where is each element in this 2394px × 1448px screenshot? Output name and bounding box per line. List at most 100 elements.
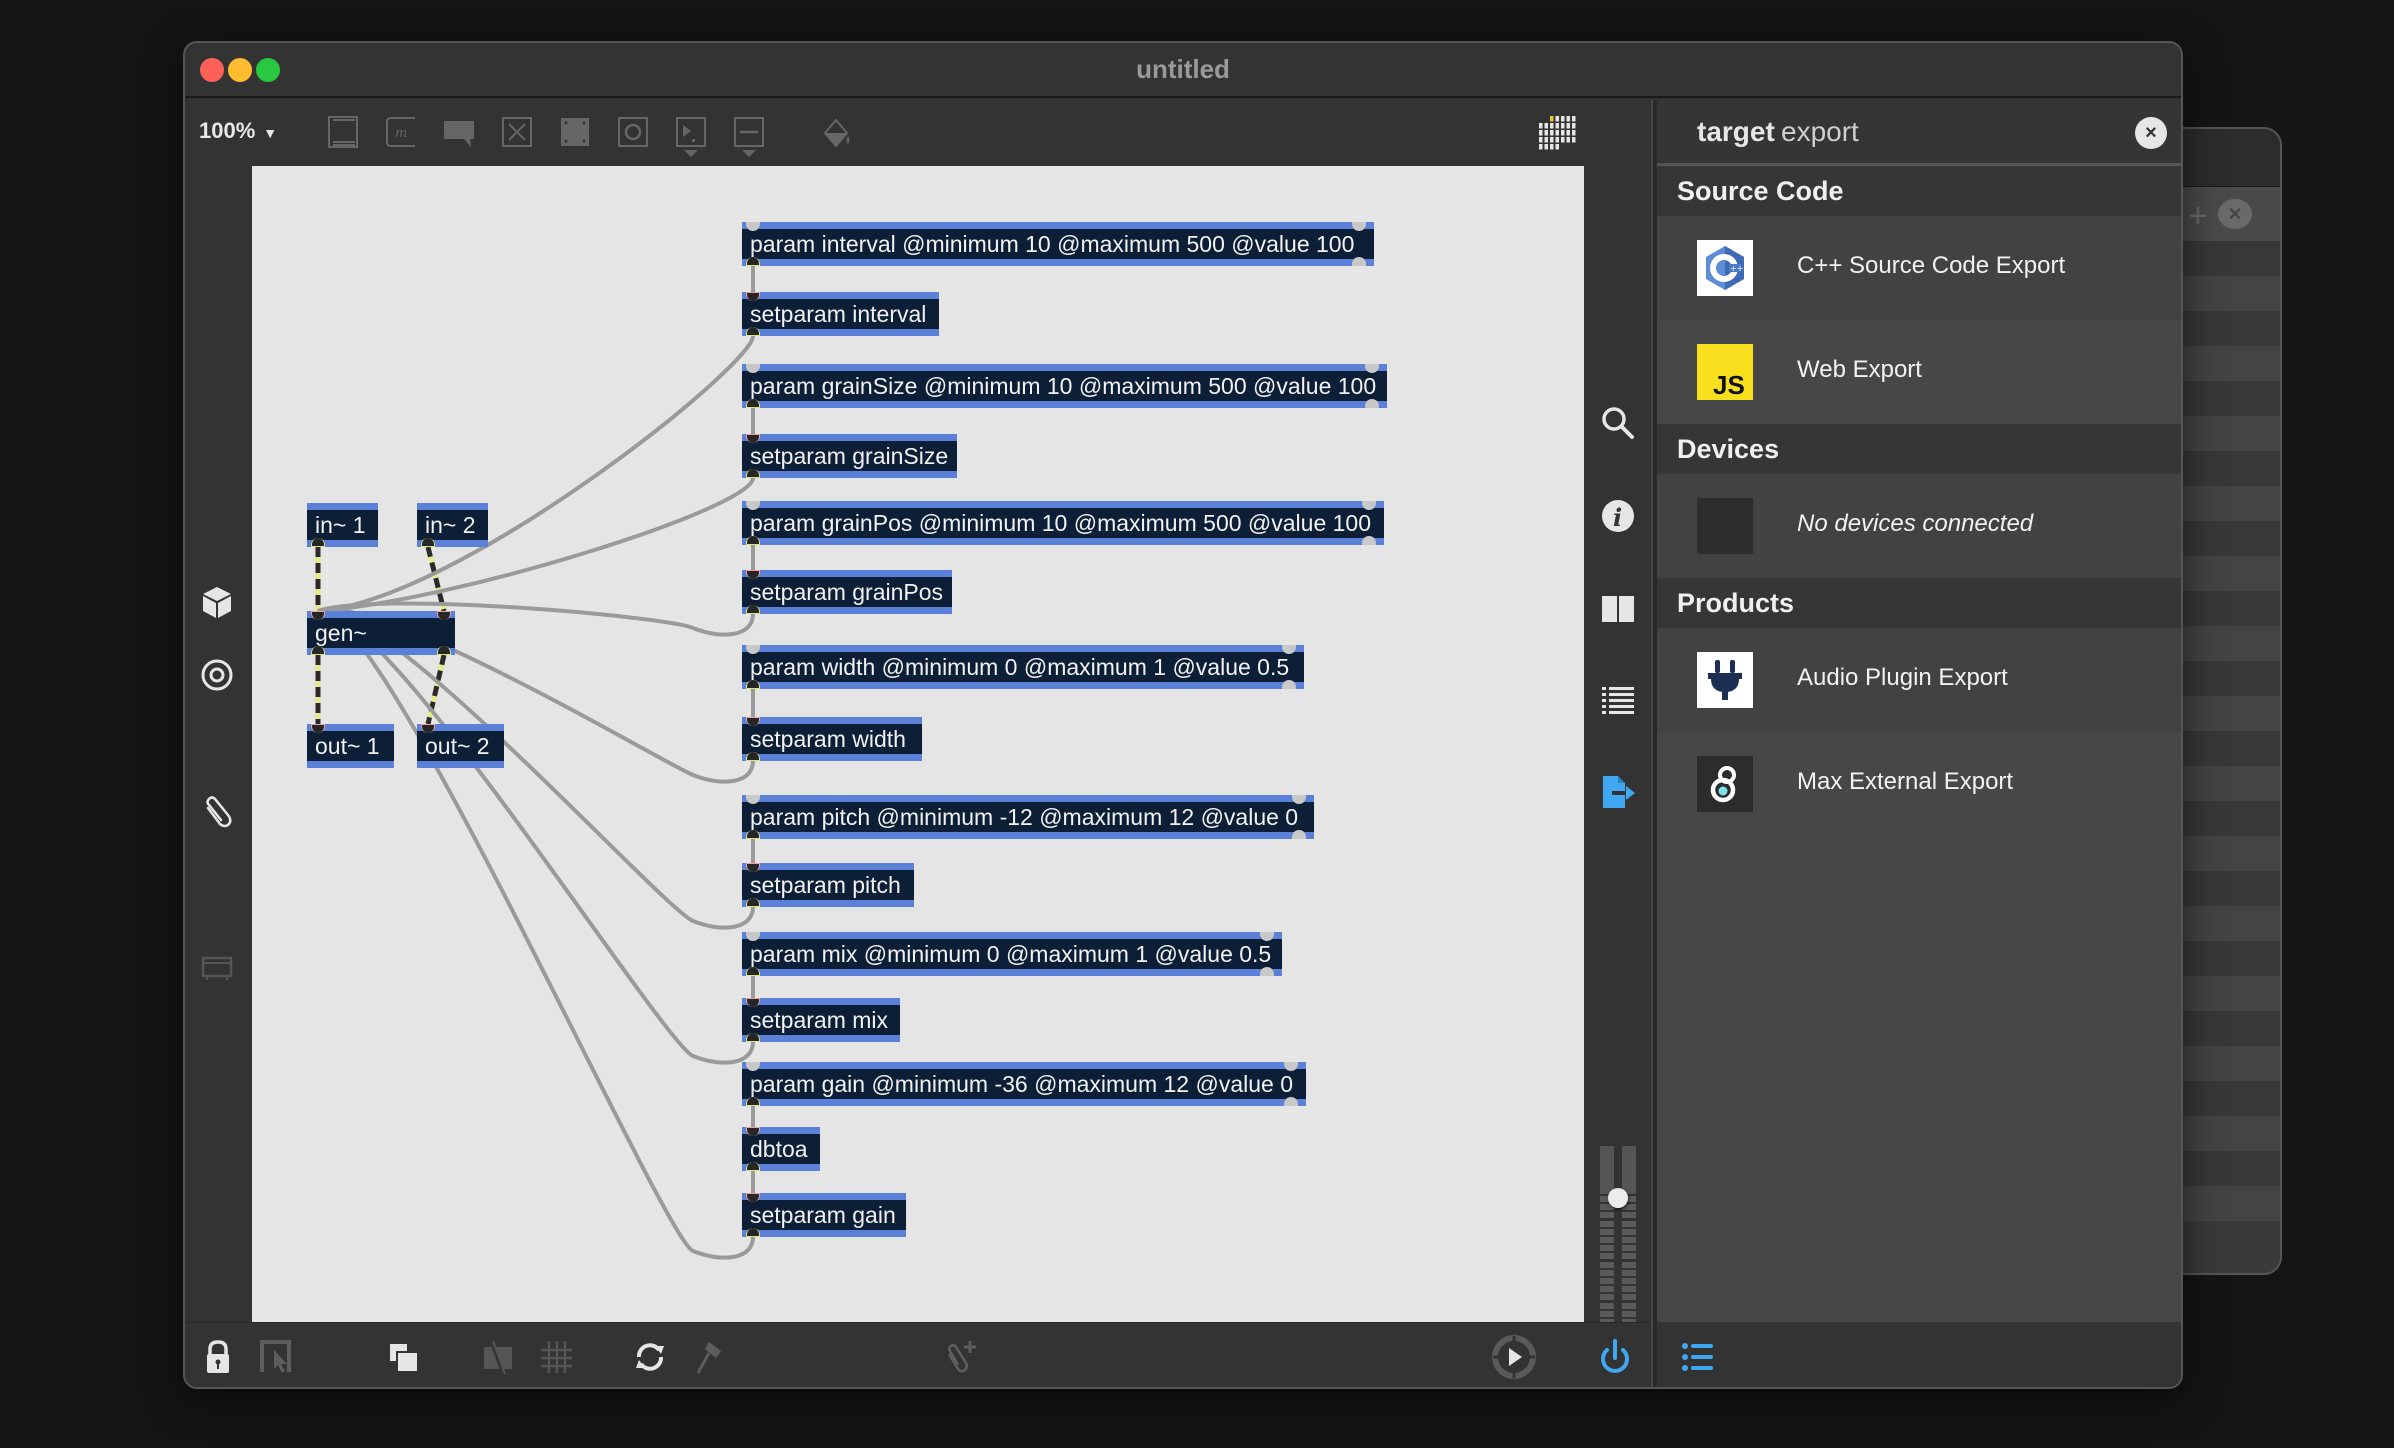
inlet-port[interactable] <box>1282 645 1296 654</box>
outlet-port[interactable] <box>746 1033 760 1042</box>
export-icon[interactable] <box>1598 772 1638 812</box>
outlet-port[interactable] <box>311 646 325 655</box>
patch-object-p-grainpos[interactable]: param grainPos @minimum 10 @maximum 500 … <box>742 501 1384 545</box>
inlet-port[interactable] <box>1362 501 1376 510</box>
outlet-port[interactable] <box>1292 830 1306 839</box>
inlet-port[interactable] <box>746 1062 760 1071</box>
inlet-port[interactable] <box>746 364 760 373</box>
number-box-menu-caret[interactable] <box>684 150 698 157</box>
outlet-port[interactable] <box>746 1097 760 1106</box>
mixer-grid-icon[interactable] <box>1535 114 1579 150</box>
outlet-port[interactable] <box>1260 967 1274 976</box>
sidebar-list-icon[interactable] <box>1679 1338 1717 1376</box>
outlet-port[interactable] <box>1365 399 1379 408</box>
button-icon[interactable] <box>615 114 651 150</box>
package-cube-icon[interactable] <box>199 584 235 620</box>
inlet-port[interactable] <box>746 222 760 231</box>
inlet-port[interactable] <box>746 932 760 941</box>
panel-icon[interactable] <box>557 114 593 150</box>
zoom-level-dropdown[interactable]: 100% ▼ <box>199 118 277 144</box>
patch-object-s-width[interactable]: setparam width <box>742 717 922 761</box>
patch-object-in2[interactable]: in~ 2 <box>417 503 488 547</box>
web-export-item[interactable]: JS Web Export <box>1657 320 2181 424</box>
patch-object-p-mix[interactable]: param mix @minimum 0 @maximum 1 @value 0… <box>742 932 1282 976</box>
outlet-port[interactable] <box>1362 536 1376 545</box>
object-box-icon[interactable] <box>325 114 361 150</box>
dsp-power-icon[interactable] <box>1596 1338 1634 1376</box>
patch-object-dbtoa[interactable]: dbtoa <box>742 1127 820 1171</box>
search-icon[interactable] <box>1598 403 1638 443</box>
plus-icon[interactable]: + <box>2188 197 2208 236</box>
paint-bucket-icon[interactable] <box>819 114 855 150</box>
target-icon[interactable] <box>199 657 235 693</box>
outlet-port[interactable] <box>746 327 760 336</box>
play-icon[interactable] <box>1491 1334 1537 1380</box>
message-cord[interactable] <box>317 335 755 613</box>
outlet-port[interactable] <box>1284 1097 1298 1106</box>
slider-icon[interactable] <box>731 114 767 150</box>
patch-object-out2[interactable]: out~ 2 <box>417 724 504 768</box>
hide-cords-icon[interactable] <box>479 1338 517 1376</box>
message-box-icon[interactable]: m <box>383 114 419 150</box>
inlet-port[interactable] <box>746 863 760 872</box>
inlet-port[interactable] <box>746 998 760 1007</box>
patch-object-s-grainsize[interactable]: setparam grainSize <box>742 434 957 478</box>
outlet-port[interactable] <box>746 830 760 839</box>
toggle-icon[interactable] <box>499 114 535 150</box>
outlet-port[interactable] <box>746 752 760 761</box>
patch-object-in1[interactable]: in~ 1 <box>307 503 378 547</box>
inlet-port[interactable] <box>1365 364 1379 373</box>
new-view-icon[interactable] <box>385 1338 423 1376</box>
outlet-port[interactable] <box>311 538 325 547</box>
outlet-port[interactable] <box>746 1228 760 1237</box>
refresh-icon[interactable] <box>631 1338 669 1376</box>
inlet-port[interactable] <box>746 434 760 443</box>
inlet-port[interactable] <box>311 724 325 733</box>
outlet-port[interactable] <box>746 967 760 976</box>
outlet-port[interactable] <box>746 257 760 266</box>
comment-icon[interactable] <box>441 114 477 150</box>
inlet-port[interactable] <box>1352 222 1366 231</box>
message-cord[interactable] <box>317 608 755 930</box>
inlet-port[interactable] <box>1284 1062 1298 1071</box>
outlet-port[interactable] <box>746 1162 760 1171</box>
outlet-port[interactable] <box>421 538 435 547</box>
inlet-port[interactable] <box>746 1193 760 1202</box>
message-cord[interactable] <box>317 477 755 613</box>
lock-icon[interactable] <box>199 1338 237 1376</box>
patch-object-s-grainpos[interactable]: setparam grainPos <box>742 570 952 614</box>
info-icon[interactable]: i <box>1598 496 1638 536</box>
inlet-port[interactable] <box>1260 932 1274 941</box>
patch-object-p-width[interactable]: param width @minimum 0 @maximum 1 @value… <box>742 645 1304 689</box>
list-icon[interactable] <box>1598 680 1638 720</box>
number-box-icon[interactable] <box>673 114 709 150</box>
grid-icon[interactable] <box>537 1338 575 1376</box>
patcher-canvas[interactable]: in~ 1 in~ 2 gen~ out~ 1 out~ 2 param interval… <box>252 166 1584 1322</box>
paperclip-icon[interactable] <box>199 794 235 830</box>
inlet-port[interactable] <box>746 501 760 510</box>
outlet-port[interactable] <box>746 469 760 478</box>
split-view-icon[interactable] <box>1598 588 1638 628</box>
outlet-port[interactable] <box>1352 257 1366 266</box>
patch-object-s-gain[interactable]: setparam gain <box>742 1193 906 1237</box>
patch-object-p-pitch[interactable]: param pitch @minimum -12 @maximum 12 @va… <box>742 795 1314 839</box>
patch-object-s-pitch[interactable]: setparam pitch <box>742 863 914 907</box>
add-attachment-icon[interactable] <box>941 1338 979 1376</box>
patch-object-gen[interactable]: gen~ <box>307 611 455 655</box>
inlet-port[interactable] <box>437 611 451 620</box>
inlet-port[interactable] <box>746 292 760 301</box>
audio-plugin-export-item[interactable]: Audio Plugin Export <box>1657 628 2181 732</box>
close-sidebar-button[interactable]: × <box>2135 117 2167 149</box>
patch-object-s-mix[interactable]: setparam mix <box>742 998 900 1042</box>
inlet-port[interactable] <box>746 1127 760 1136</box>
max-external-export-item[interactable]: Max External Export <box>1657 732 2181 836</box>
outlet-port[interactable] <box>1282 680 1296 689</box>
inlet-port[interactable] <box>746 570 760 579</box>
inlet-port[interactable] <box>746 717 760 726</box>
outlet-port[interactable] <box>746 680 760 689</box>
outlet-port[interactable] <box>746 536 760 545</box>
presentation-mode-icon[interactable] <box>257 1338 295 1376</box>
patch-object-out1[interactable]: out~ 1 <box>307 724 394 768</box>
outlet-port[interactable] <box>746 605 760 614</box>
outlet-port[interactable] <box>437 646 451 655</box>
